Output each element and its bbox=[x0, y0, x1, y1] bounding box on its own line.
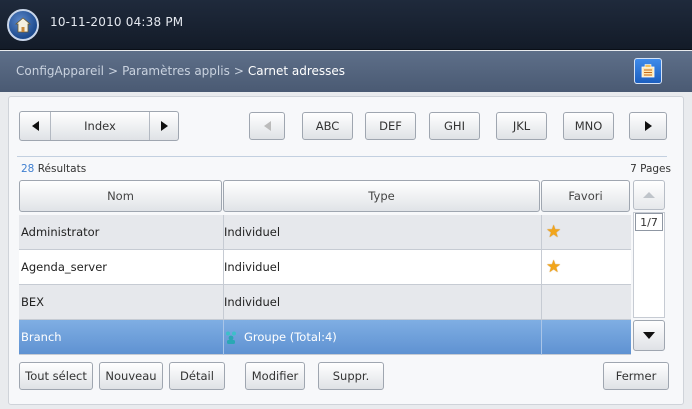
page-count: 7 Pages bbox=[630, 163, 671, 175]
page-indicator: 1/7 bbox=[635, 213, 663, 231]
row-type: Groupe (Total:4) bbox=[224, 320, 542, 354]
row-favorite: ★ bbox=[542, 250, 631, 284]
index-prev-button[interactable] bbox=[20, 112, 50, 140]
divider bbox=[17, 156, 667, 157]
select-all-button[interactable]: Tout sélect bbox=[19, 362, 93, 390]
row-name: Administrator bbox=[21, 225, 100, 239]
row-name: Branch bbox=[21, 330, 62, 344]
scroll-track[interactable]: 1/7 bbox=[633, 212, 665, 318]
breadcrumb: ConfigAppareil > Paramètres applis > Carnet … bbox=[16, 64, 345, 78]
group-icon bbox=[226, 331, 236, 344]
row-favorite: ★ bbox=[542, 215, 631, 249]
tab-jkl[interactable]: JKL bbox=[496, 112, 547, 140]
table-row[interactable]: Agenda_server Individuel ★ bbox=[19, 250, 631, 285]
tab-def[interactable]: DEF bbox=[365, 112, 416, 140]
star-icon: ★ bbox=[546, 256, 562, 277]
table-row[interactable]: Administrator Individuel ★ bbox=[19, 215, 631, 250]
breadcrumb-item-config[interactable]: ConfigAppareil bbox=[16, 64, 104, 78]
arrow-left-icon bbox=[31, 121, 39, 131]
row-type: Individuel bbox=[224, 225, 281, 239]
row-type: Individuel bbox=[224, 260, 281, 274]
arrow-up-icon bbox=[643, 192, 655, 198]
results-number: 28 bbox=[21, 163, 35, 175]
breadcrumb-bar: ConfigAppareil > Paramètres applis > Carnet … bbox=[0, 51, 692, 92]
results-label: Résultats bbox=[34, 163, 87, 175]
scroll-up-button[interactable] bbox=[633, 180, 665, 210]
datetime-display: 10-11-2010 04:38 PM bbox=[50, 15, 184, 29]
arrow-left-icon bbox=[263, 121, 271, 131]
menu-button[interactable] bbox=[634, 58, 662, 84]
home-button[interactable] bbox=[7, 9, 39, 41]
index-label: Index bbox=[84, 119, 116, 133]
letters-next-button[interactable] bbox=[629, 112, 667, 140]
edit-button[interactable]: Modifier bbox=[245, 362, 305, 390]
row-favorite bbox=[542, 285, 631, 319]
star-icon: ★ bbox=[546, 221, 562, 242]
row-type: Individuel bbox=[224, 295, 281, 309]
home-icon bbox=[14, 17, 32, 33]
address-book-panel: Index ABC DEF GHI JKL MNO 28 Résultats 7… bbox=[8, 96, 684, 405]
row-name: BEX bbox=[21, 295, 45, 309]
detail-button[interactable]: Détail bbox=[169, 362, 225, 390]
arrow-right-icon bbox=[644, 121, 652, 131]
index-selector: Index bbox=[19, 111, 179, 141]
list-menu-icon bbox=[641, 64, 655, 78]
arrow-right-icon bbox=[160, 121, 168, 131]
arrow-down-icon bbox=[643, 332, 655, 339]
top-bar: 10-11-2010 04:38 PM bbox=[0, 0, 692, 50]
scrollbar: 1/7 bbox=[633, 180, 665, 353]
breadcrumb-separator: > bbox=[233, 64, 244, 78]
column-header-type[interactable]: Type bbox=[223, 180, 540, 212]
row-type-label: Groupe (Total:4) bbox=[244, 330, 337, 344]
delete-button[interactable]: Suppr. bbox=[318, 362, 384, 390]
tab-ghi[interactable]: GHI bbox=[429, 112, 480, 140]
breadcrumb-separator: > bbox=[108, 64, 119, 78]
tab-mno[interactable]: MNO bbox=[563, 112, 614, 140]
breadcrumb-item-address-book: Carnet adresses bbox=[247, 64, 346, 78]
row-favorite bbox=[542, 320, 631, 354]
table-row-selected[interactable]: Branch Groupe (Total:4) bbox=[19, 320, 631, 355]
new-button[interactable]: Nouveau bbox=[99, 362, 163, 390]
scroll-down-button[interactable] bbox=[633, 320, 665, 351]
breadcrumb-item-app-settings[interactable]: Paramètres applis bbox=[122, 64, 230, 78]
close-button[interactable]: Fermer bbox=[603, 362, 669, 390]
tab-abc[interactable]: ABC bbox=[302, 112, 353, 140]
index-next-button[interactable] bbox=[150, 112, 178, 140]
results-count: 28 Résultats bbox=[21, 163, 86, 175]
table-row[interactable]: BEX Individuel bbox=[19, 285, 631, 320]
column-header-name[interactable]: Nom bbox=[19, 180, 222, 212]
column-header-favorite[interactable]: Favori bbox=[541, 180, 630, 212]
row-name: Agenda_server bbox=[21, 260, 108, 274]
letters-prev-button[interactable] bbox=[249, 112, 285, 140]
